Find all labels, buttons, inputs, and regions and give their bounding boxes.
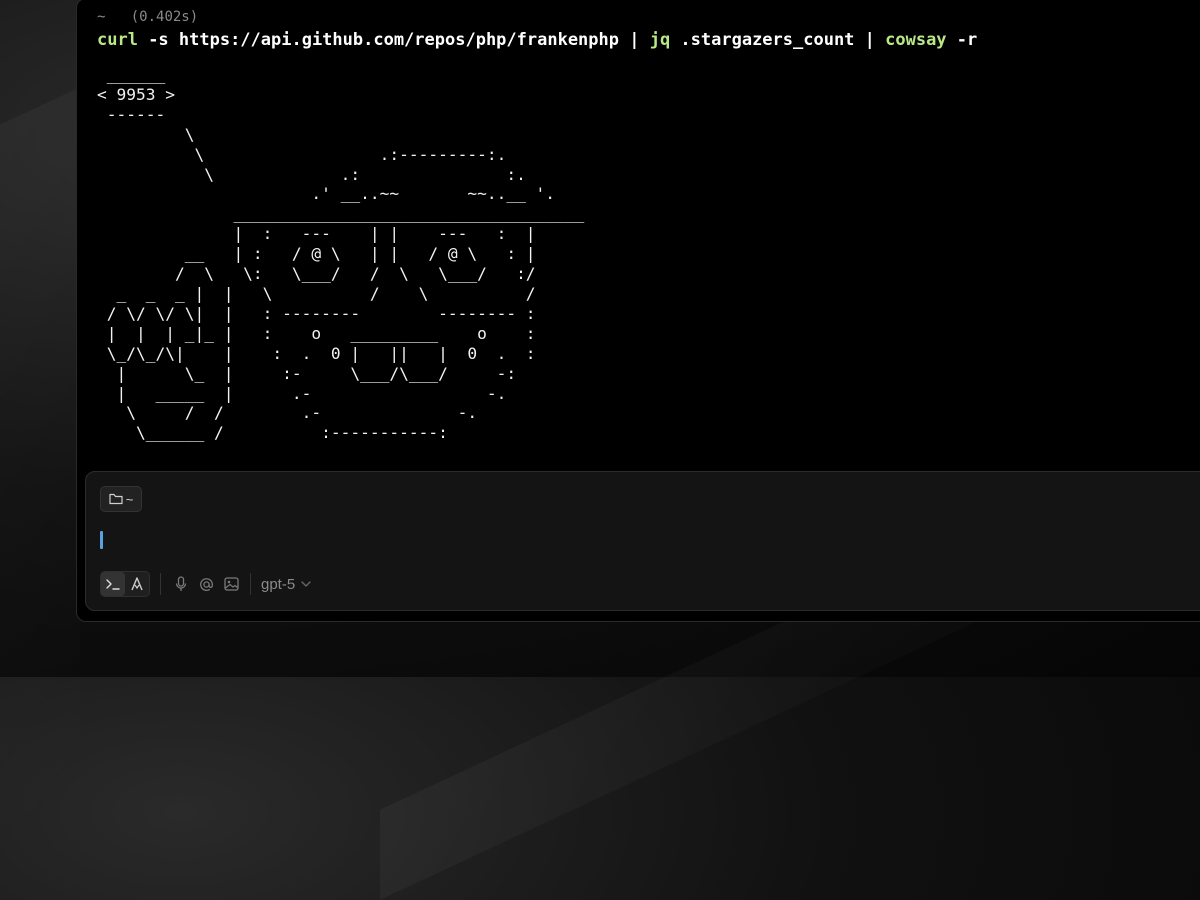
command-token-cowsay: cowsay — [885, 30, 947, 50]
at-mention-icon[interactable] — [196, 572, 216, 596]
directory-label: ~ — [125, 491, 134, 507]
input-panel: ~ gpt-5 — [85, 471, 1200, 611]
model-selector[interactable]: gpt-5 — [261, 576, 311, 593]
mode-toggle — [100, 571, 150, 597]
command-token-flag: -r — [946, 30, 978, 50]
folder-icon — [109, 493, 123, 505]
terminal-mode-button[interactable] — [101, 572, 125, 596]
directory-chip[interactable]: ~ — [100, 486, 142, 512]
background-stripe — [0, 87, 80, 853]
command-token-curl: curl — [97, 30, 138, 50]
chevron-down-icon — [301, 581, 311, 587]
agent-mode-button[interactable] — [125, 572, 149, 596]
image-attach-icon[interactable] — [221, 572, 241, 596]
terminal-window: ~ (0.402s) curl -s https://api.github.co… — [76, 0, 1200, 622]
command-output: ______ < 9953 > ------ \ \ .:---------:.… — [97, 65, 585, 443]
command-token-args: -s https://api.github.com/repos/php/fran… — [137, 30, 650, 50]
command-duration: (0.402s) — [130, 9, 199, 25]
cwd-label: ~ — [97, 9, 106, 25]
microphone-icon[interactable] — [171, 572, 191, 596]
text-cursor[interactable] — [100, 531, 103, 549]
model-label: gpt-5 — [261, 575, 296, 593]
terminal-prompt-icon — [105, 577, 121, 591]
toolbar-divider — [160, 573, 161, 595]
input-toolbar: gpt-5 — [100, 571, 311, 597]
prompt-context: ~ (0.402s) — [97, 9, 198, 25]
toolbar-divider — [250, 573, 251, 595]
agent-icon — [130, 577, 144, 591]
command-line[interactable]: curl -s https://api.github.com/repos/php… — [97, 30, 977, 50]
command-token-jq: jq — [649, 30, 671, 50]
command-token-filter: .stargazers_count | — [670, 30, 886, 50]
